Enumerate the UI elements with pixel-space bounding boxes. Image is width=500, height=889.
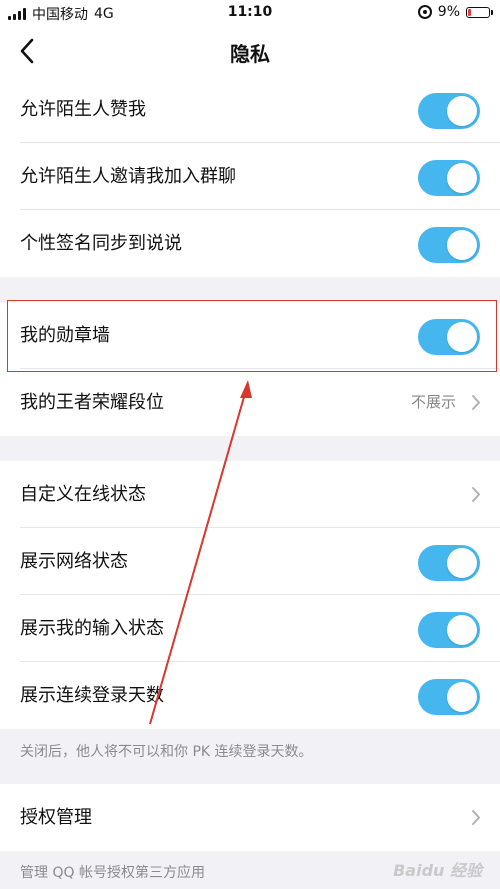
setting-label: 个性签名同步到说说 [20,233,182,254]
toggle-knob [447,615,477,645]
toggle-switch[interactable] [418,160,480,196]
setting-label: 我的勋章墙 [20,325,110,346]
setting-label: 允许陌生人邀请我加入群聊 [20,166,236,187]
setting-label: 自定义在线状态 [20,484,146,505]
toggle-knob [447,322,477,352]
setting-row: 允许陌生人赞我 [0,76,500,143]
setting-label: 展示我的输入状态 [20,618,164,639]
setting-row: 允许陌生人邀请我加入群聊 [0,143,500,210]
battery-icon [466,6,493,18]
page-title: 隐私 [230,42,270,66]
toggle-switch[interactable] [418,679,480,715]
toggle-switch[interactable] [418,227,480,263]
settings-group-1: 允许陌生人赞我 允许陌生人邀请我加入群聊 个性签名同步到说说 [0,76,500,277]
status-bar: 中国移动 4G 11:10 9% [0,0,500,26]
chevron-right-icon [472,487,480,502]
nav-bar: 隐私 [0,26,500,76]
setting-row: 展示网络状态 [0,528,500,595]
toggle-switch[interactable] [418,319,480,355]
login-days-hint: 关闭后，他人将不可以和你 PK 连续登录天数。 [20,744,313,760]
toggle-knob [447,96,477,126]
toggle-knob [447,230,477,260]
rotation-lock-icon [417,5,432,19]
settings-group-4: 授权管理 [0,784,500,851]
setting-row: 个性签名同步到说说 [0,210,500,277]
settings-group-2: 我的勋章墙 我的王者荣耀段位 不展示 [0,302,500,436]
toggle-knob [447,548,477,578]
watermark: Baidu 经验 [393,861,482,880]
battery-percent: 9% [437,4,460,20]
chevron-right-icon [472,810,480,825]
settings-group-3: 自定义在线状态 展示网络状态 展示我的输入状态 展示连续登录天数 [0,461,500,729]
toggle-switch[interactable] [418,545,480,581]
toggle-knob [447,163,477,193]
status-right: 9% [417,4,493,20]
setting-label: 允许陌生人赞我 [20,99,146,120]
setting-row: 展示我的输入状态 [0,595,500,662]
chevron-right-icon [472,395,480,410]
setting-row-authorization[interactable]: 授权管理 [0,784,500,851]
setting-row-honor-of-kings[interactable]: 我的王者荣耀段位 不展示 [0,369,500,436]
setting-row-custom-status[interactable]: 自定义在线状态 [0,461,500,528]
authorization-hint: 管理 QQ 帐号授权第三方应用 [20,865,205,881]
setting-label: 展示网络状态 [20,551,128,572]
toggle-switch[interactable] [418,612,480,648]
setting-row-medal-wall: 我的勋章墙 [0,302,500,369]
setting-label: 展示连续登录天数 [20,685,164,706]
setting-label: 授权管理 [20,807,92,828]
toggle-switch[interactable] [418,93,480,129]
setting-value: 不展示 [410,393,456,411]
setting-label: 我的王者荣耀段位 [20,392,164,413]
setting-row: 展示连续登录天数 [0,662,500,729]
toggle-knob [447,682,477,712]
